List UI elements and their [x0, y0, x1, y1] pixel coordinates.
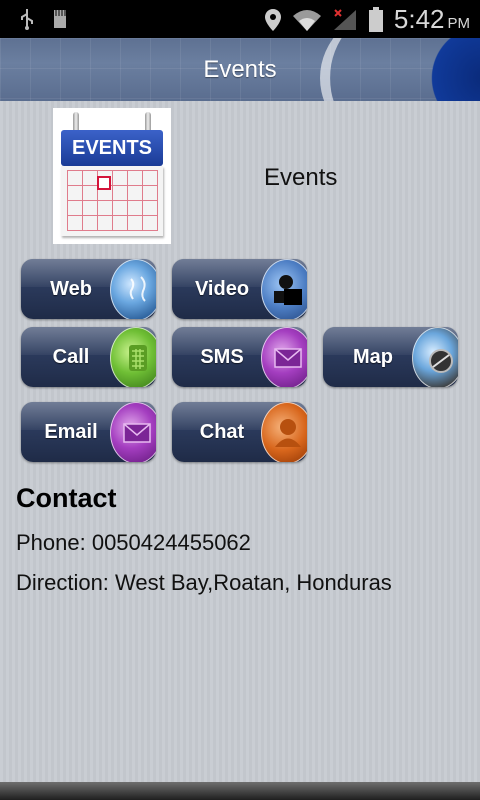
globe-icon: [110, 259, 156, 319]
calendar-header: EVENTS: [61, 130, 163, 166]
events-logo: EVENTS: [53, 108, 171, 244]
bottom-edge: [0, 782, 480, 800]
location-icon: [264, 8, 281, 31]
contact-heading: Contact: [16, 483, 117, 513]
sms-button[interactable]: SMS: [172, 327, 307, 387]
call-button[interactable]: Call: [21, 327, 156, 387]
envelope-icon: [261, 327, 307, 387]
calendar-date-marker: [97, 176, 111, 190]
contact-phone: Phone: 0050424455062: [16, 530, 251, 555]
status-bar: 5:42 PM: [0, 0, 480, 38]
calendar-grid: [67, 170, 158, 231]
clock: 5:42 PM: [394, 4, 470, 35]
contact-direction: Direction: West Bay,Roatan, Honduras: [16, 570, 392, 595]
envelope-icon: [110, 402, 156, 462]
chat-button-label: Chat: [199, 421, 245, 443]
chat-button[interactable]: Chat: [172, 402, 307, 462]
wifi-icon: [292, 9, 321, 31]
sd-card-icon: [54, 10, 66, 28]
clock-ampm: PM: [447, 15, 471, 32]
chat-person-icon: [261, 402, 307, 462]
web-button-label: Web: [50, 278, 92, 300]
video-button[interactable]: Video: [172, 259, 307, 319]
usb-icon: [21, 9, 33, 30]
header-label: Events: [264, 164, 338, 191]
phone-icon: [110, 327, 156, 387]
calendar-icon: [61, 166, 163, 236]
clock-time: 5:42: [393, 4, 445, 34]
email-button-label: Email: [44, 421, 98, 443]
map-button[interactable]: Map: [323, 327, 458, 387]
page-title: Events: [203, 56, 277, 83]
map-button-label: Map: [353, 346, 393, 368]
battery-icon: [368, 6, 383, 32]
email-button[interactable]: Email: [21, 402, 156, 462]
call-button-label: Call: [52, 346, 90, 368]
video-button-label: Video: [194, 278, 250, 300]
web-button[interactable]: Web: [21, 259, 156, 319]
compass-icon: [412, 327, 458, 387]
signal-icon: [333, 8, 356, 30]
video-icon: [261, 259, 307, 319]
sms-button-label: SMS: [200, 346, 244, 368]
